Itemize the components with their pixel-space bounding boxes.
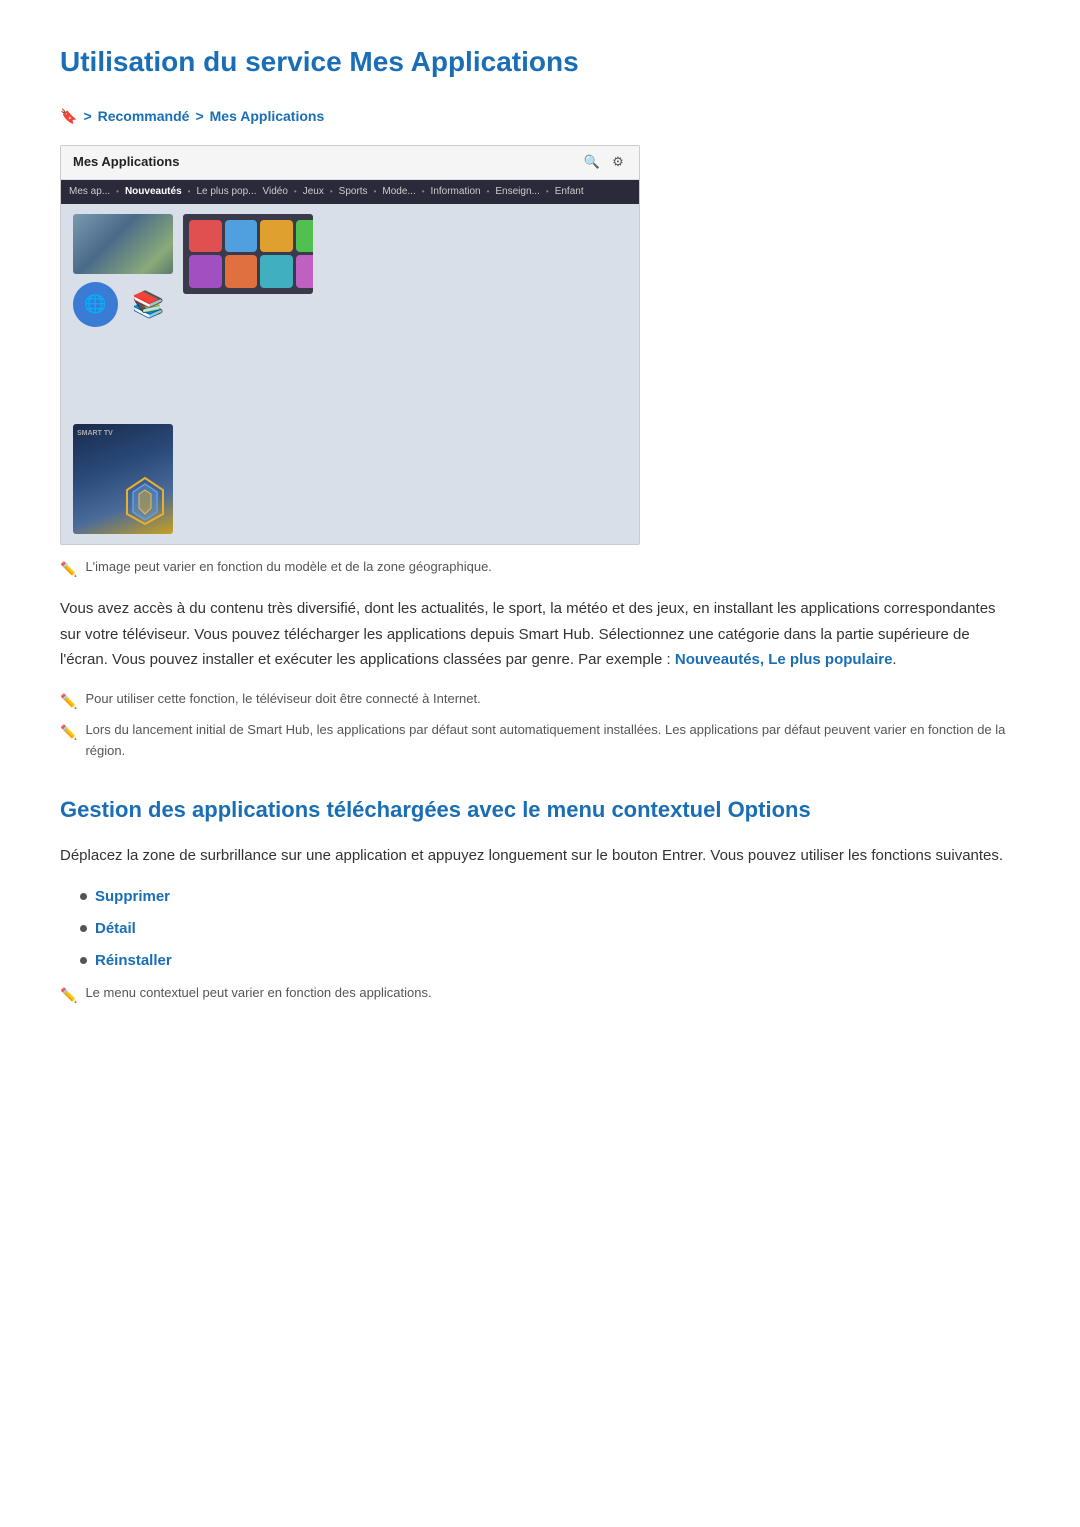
- tv-smarttv-area: SMART TV: [61, 424, 639, 544]
- options-list: Supprimer Détail Réinstaller: [80, 885, 1020, 973]
- tv-nav-lepluspop: Le plus pop...: [196, 184, 256, 200]
- page-title: Utilisation du service Mes Applications: [60, 40, 1020, 85]
- breadcrumb-separator: >: [83, 105, 91, 127]
- tv-nav-jeux: Jeux: [303, 184, 324, 200]
- bullet-dot-1: [80, 893, 87, 900]
- tv-nav-video: Vidéo: [263, 184, 288, 200]
- tv-smarttv-label: SMART TV: [77, 428, 113, 439]
- tv-nav-nouveautes: Nouveautés: [125, 184, 182, 200]
- tv-nav-sports: Sports: [339, 184, 368, 200]
- breadcrumb: 🔖 > Recommandé > Mes Applications: [60, 105, 1020, 127]
- tv-app-smarttv: SMART TV: [73, 424, 173, 534]
- note-image-text: L'image peut varier en fonction du modèl…: [85, 557, 492, 578]
- list-item-reinstaller: Réinstaller: [80, 949, 1020, 973]
- tv-header-title: Mes Applications: [73, 152, 179, 173]
- section2-title: Gestion des applications téléchargées av…: [60, 792, 1020, 827]
- breadcrumb-separator2: >: [195, 105, 203, 127]
- bullet-dot-3: [80, 957, 87, 964]
- main-description-bold: Nouveautés, Le plus populaire: [675, 651, 893, 668]
- note-image-row: ✏️ L'image peut varier en fonction du mo…: [60, 557, 1020, 580]
- note-icon-3: ✏️: [60, 721, 77, 743]
- section2-intro: Déplacez la zone de surbrillance sur une…: [60, 843, 1020, 869]
- note-text-2: Lors du lancement initial de Smart Hub, …: [85, 720, 1020, 762]
- bullet-dot-2: [80, 925, 87, 932]
- tv-search-icon: 🔍: [583, 154, 601, 172]
- option-supprimer: Supprimer: [95, 885, 170, 909]
- tv-app-book: 📚: [126, 282, 171, 327]
- main-description: Vous avez accès à du contenu très divers…: [60, 596, 1020, 673]
- tv-app-globe: 🌐: [73, 282, 118, 327]
- main-description-period: .: [892, 651, 896, 668]
- note-icon-1: ✏️: [60, 558, 77, 580]
- note-icon-final: ✏️: [60, 984, 77, 1006]
- option-reinstaller: Réinstaller: [95, 949, 172, 973]
- note-row-2: ✏️ Lors du lancement initial de Smart Hu…: [60, 720, 1020, 762]
- list-item-supprimer: Supprimer: [80, 885, 1020, 909]
- tv-column-1: 🌐 📚: [73, 214, 173, 414]
- tv-smarttv-shape-svg: [125, 476, 165, 526]
- tv-nav-information: Information: [431, 184, 481, 200]
- tv-nav: Mes ap... • Nouveautés • Le plus pop... …: [61, 180, 639, 204]
- tv-nav-mode: Mode...: [382, 184, 415, 200]
- tv-nav-enfant: Enfant: [555, 184, 584, 200]
- option-detail: Détail: [95, 917, 136, 941]
- note-text-1: Pour utiliser cette fonction, le télévis…: [85, 689, 480, 710]
- list-item-detail: Détail: [80, 917, 1020, 941]
- tv-app-grid: [183, 214, 313, 294]
- tv-screenshot: Mes Applications 🔍 ⚙ Mes ap... • Nouveau…: [60, 145, 640, 545]
- tv-content: 🌐 📚: [61, 204, 639, 424]
- tv-header: Mes Applications 🔍 ⚙: [61, 146, 639, 180]
- breadcrumb-recommande[interactable]: Recommandé: [98, 105, 190, 127]
- tv-row-two: 🌐 📚: [73, 282, 173, 327]
- tv-nav-mesap: Mes ap...: [69, 184, 110, 200]
- tv-app-landscape: [73, 214, 173, 274]
- tv-column-2: [183, 214, 313, 414]
- tv-settings-icon: ⚙: [609, 154, 627, 172]
- breadcrumb-icon: 🔖: [60, 105, 77, 127]
- note-text-final: Le menu contextuel peut varier en foncti…: [85, 983, 431, 1004]
- breadcrumb-mes-applications[interactable]: Mes Applications: [210, 105, 325, 127]
- note-row-1: ✏️ Pour utiliser cette fonction, le télé…: [60, 689, 1020, 712]
- tv-header-icons: 🔍 ⚙: [583, 154, 627, 172]
- note-row-final: ✏️ Le menu contextuel peut varier en fon…: [60, 983, 1020, 1006]
- tv-nav-enseign: Enseign...: [495, 184, 539, 200]
- note-icon-2: ✏️: [60, 690, 77, 712]
